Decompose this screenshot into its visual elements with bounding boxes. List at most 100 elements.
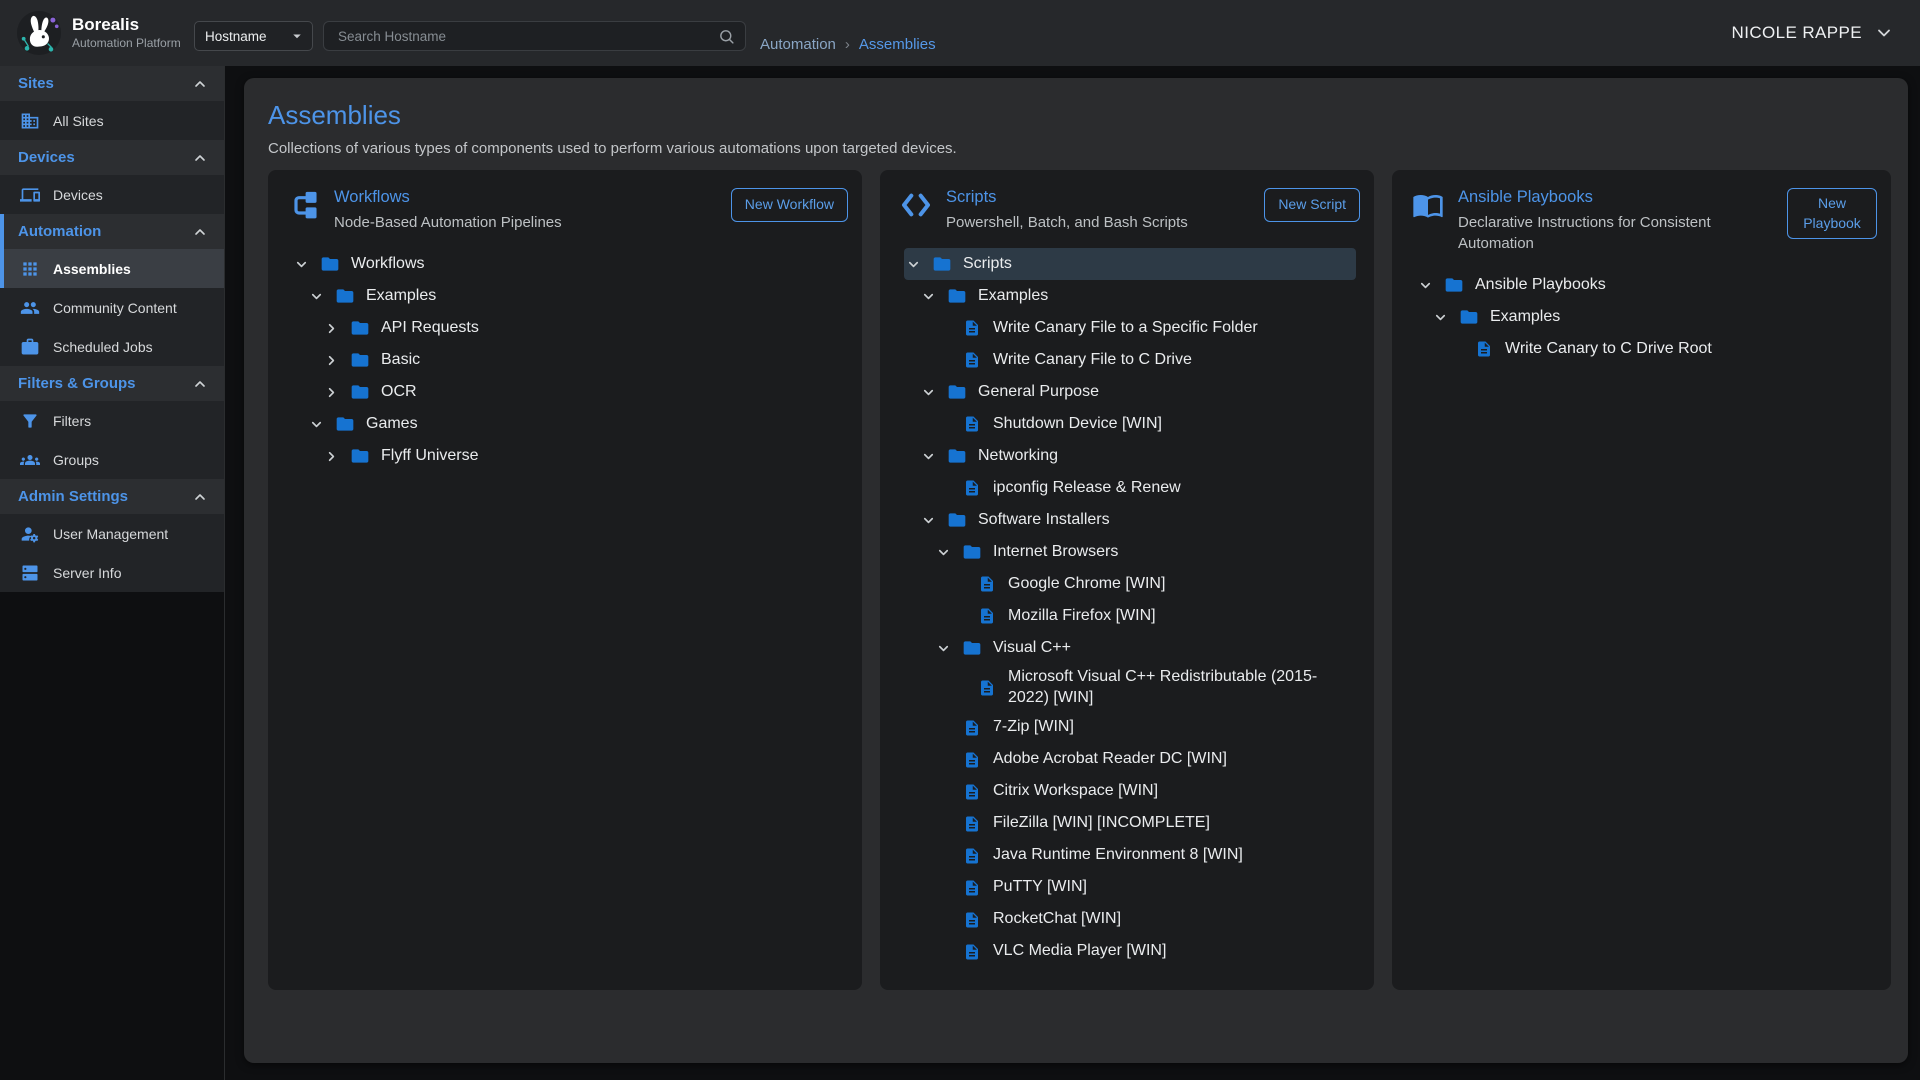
tree-item-adobe-acrobat-reader-dc-win[interactable]: Adobe Acrobat Reader DC [WIN] [904,744,1356,776]
sidebar-section-header-automation[interactable]: Automation [0,214,224,249]
breadcrumb: Automation › Assemblies [760,36,936,53]
sidebar-item-devices[interactable]: Devices [0,175,224,214]
card-title: Workflows [334,188,719,207]
chevron-right-icon[interactable] [324,449,350,464]
tree-item-workflows[interactable]: Workflows [292,248,844,280]
chevron-down-icon[interactable] [921,449,947,464]
tree-item-java-runtime-environment-8-win[interactable]: Java Runtime Environment 8 [WIN] [904,840,1356,872]
chevron-down-icon[interactable] [1418,278,1444,293]
chevron-down-icon[interactable] [936,641,962,656]
brand-name: Borealis [72,16,181,35]
chevron-down-icon[interactable] [294,257,320,272]
tree-item-ocr[interactable]: OCR [292,376,844,408]
tree-item-putty-win[interactable]: PuTTY [WIN] [904,872,1356,904]
chevron-down-icon[interactable] [1433,310,1459,325]
tree-item-examples[interactable]: Examples [904,280,1356,312]
chevron-down-icon [1874,23,1894,43]
chevron-down-icon[interactable] [921,513,947,528]
chevron-down-icon[interactable] [921,385,947,400]
card-header-scripts: ScriptsPowershell, Batch, and Bash Scrip… [900,188,1360,233]
tree-item-general-purpose[interactable]: General Purpose [904,376,1356,408]
tree-item-7-zip-win[interactable]: 7-Zip [WIN] [904,712,1356,744]
tree-item-scripts[interactable]: Scripts [904,248,1356,280]
tree-item-vlc-media-player-win[interactable]: VLC Media Player [WIN] [904,936,1356,968]
sidebar-section-header-admin-settings[interactable]: Admin Settings [0,479,224,514]
sidebar-section-title: Automation [18,223,101,240]
card-header-playbooks: Ansible PlaybooksDeclarative Instruction… [1412,188,1877,254]
sidebar-section-header-filters-groups[interactable]: Filters & Groups [0,366,224,401]
sidebar-item-community-content[interactable]: Community Content [0,288,224,327]
tree-item-rocketchat-win[interactable]: RocketChat [WIN] [904,904,1356,936]
sidebar-item-scheduled-jobs[interactable]: Scheduled Jobs [0,327,224,366]
tree-item-software-installers[interactable]: Software Installers [904,504,1356,536]
sidebar-section-header-devices[interactable]: Devices [0,140,224,175]
folder-icon [335,414,355,434]
sidebar-item-filters[interactable]: Filters [0,401,224,440]
tree-item-microsoft-visual-c-redistributable-2015-2022-win[interactable]: Microsoft Visual C++ Redistributable (20… [904,664,1356,712]
chevron-down-icon[interactable] [309,417,335,432]
sidebar-item-groups[interactable]: Groups [0,440,224,479]
tree-item-filezilla-win-incomplete[interactable]: FileZilla [WIN] [INCOMPLETE] [904,808,1356,840]
tree-item-flyff-universe[interactable]: Flyff Universe [292,440,844,472]
tree-item-write-canary-file-to-c-drive[interactable]: Write Canary File to C Drive [904,344,1356,376]
tree-item-ansible-playbooks[interactable]: Ansible Playbooks [1416,269,1873,301]
breadcrumb-assemblies: Assemblies [859,36,936,53]
tree-item-label: Examples [978,283,1048,310]
tree-item-shutdown-device-win[interactable]: Shutdown Device [WIN] [904,408,1356,440]
tree-item-networking[interactable]: Networking [904,440,1356,472]
folder-icon [947,510,967,530]
user-menu[interactable]: NICOLE RAPPE [1732,23,1894,43]
tree-item-api-requests[interactable]: API Requests [292,312,844,344]
tree-item-write-canary-to-c-drive-root[interactable]: Write Canary to C Drive Root [1416,333,1873,365]
tree-item-ipconfig-release-renew[interactable]: ipconfig Release & Renew [904,472,1356,504]
tree-item-label: Scripts [963,251,1012,278]
sidebar-section-header-sites[interactable]: Sites [0,66,224,101]
chevron-down-icon[interactable] [936,545,962,560]
sidebar-section-automation: Automation Assemblies Community ContentSch… [0,214,224,366]
tree-item-examples[interactable]: Examples [292,280,844,312]
card-header-workflows: WorkflowsNode-Based Automation Pipelines… [288,188,848,233]
chevron-right-icon[interactable] [324,353,350,368]
chevron-right-icon[interactable] [324,385,350,400]
tree-item-write-canary-file-to-a-specific-folder[interactable]: Write Canary File to a Specific Folder [904,312,1356,344]
chevron-down-icon[interactable] [921,289,947,304]
folder-icon [320,254,340,274]
hostname-select[interactable]: Hostname [194,21,313,51]
new-playbook-button[interactable]: New Playbook [1787,188,1877,239]
tree-item-examples[interactable]: Examples [1416,301,1873,333]
tree-item-label: Flyff Universe [381,443,479,470]
file-icon [962,351,982,369]
new-workflow-button[interactable]: New Workflow [731,188,848,222]
sidebar-item-label: Assemblies [53,261,131,277]
sidebar-item-server-info[interactable]: Server Info [0,553,224,592]
tree-item-internet-browsers[interactable]: Internet Browsers [904,536,1356,568]
tree-item-label: OCR [381,379,417,406]
file-icon [977,679,997,697]
new-script-button[interactable]: New Script [1264,188,1360,222]
file-icon [962,751,982,769]
chevron-right-icon[interactable] [324,321,350,336]
sidebar-item-assemblies[interactable]: Assemblies [0,249,224,288]
tree-item-label: ipconfig Release & Renew [993,475,1181,502]
chevron-down-icon[interactable] [906,257,932,272]
chevron-up-icon [192,376,208,392]
breadcrumb-automation[interactable]: Automation [760,36,836,53]
topbar: Borealis Automation Platform Hostname Au… [0,0,1920,66]
tree-item-basic[interactable]: Basic [292,344,844,376]
tree-item-citrix-workspace-win[interactable]: Citrix Workspace [WIN] [904,776,1356,808]
tree-item-label: VLC Media Player [WIN] [993,938,1166,965]
cards-row: WorkflowsNode-Based Automation Pipelines… [268,170,1891,990]
sidebar-item-label: Filters [53,413,91,429]
chevron-down-icon[interactable] [309,289,335,304]
file-icon [977,607,997,625]
search-input[interactable] [336,28,718,45]
file-icon [962,943,982,961]
sidebar-item-user-management[interactable]: User Management [0,514,224,553]
tree-item-mozilla-firefox-win[interactable]: Mozilla Firefox [WIN] [904,600,1356,632]
groups-icon [20,450,40,470]
card-title: Scripts [946,188,1252,207]
tree-item-games[interactable]: Games [292,408,844,440]
tree-item-google-chrome-win[interactable]: Google Chrome [WIN] [904,568,1356,600]
tree-item-visual-c[interactable]: Visual C++ [904,632,1356,664]
sidebar-item-all-sites[interactable]: All Sites [0,101,224,140]
